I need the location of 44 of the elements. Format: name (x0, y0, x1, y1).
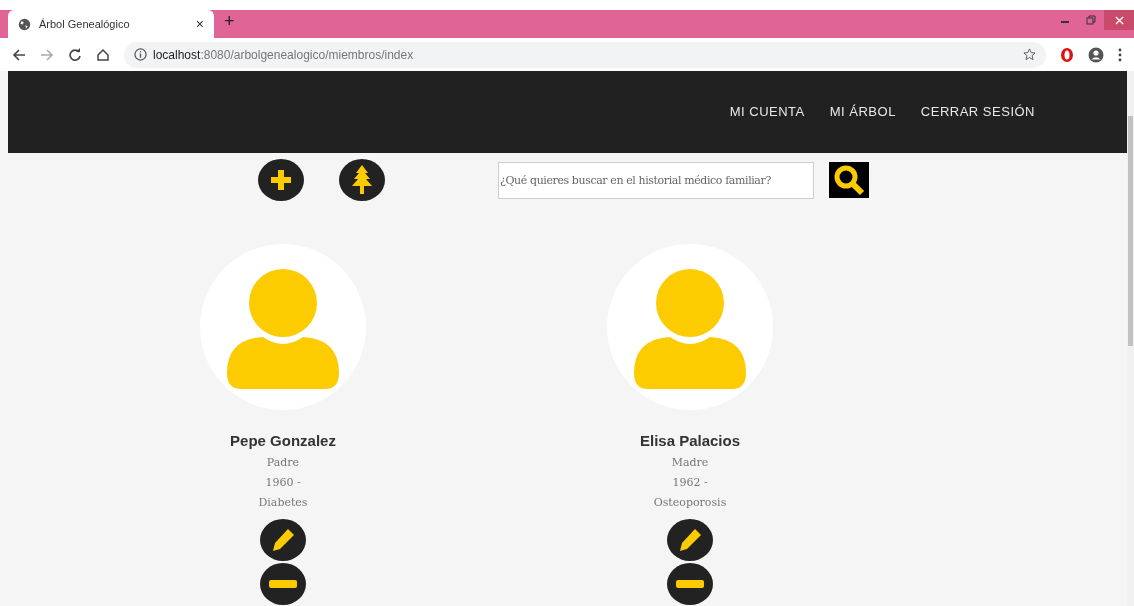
extension-icon[interactable] (1060, 46, 1074, 63)
tab-title: Árbol Genealógico (39, 16, 131, 32)
search-field[interactable]: ¿Qué quieres buscar en el historial médico familiar? (498, 161, 814, 199)
member-relation: Madre (671, 454, 709, 471)
restore-icon[interactable] (1086, 15, 1096, 25)
info-icon (134, 48, 147, 61)
tree-button[interactable] (339, 159, 385, 201)
remove-button[interactable] (667, 562, 713, 605)
search-icon (833, 164, 865, 196)
tree-icon (350, 165, 374, 195)
home-icon[interactable] (96, 47, 110, 62)
new-tab-button[interactable]: + (224, 8, 235, 35)
star-icon[interactable] (1023, 48, 1036, 61)
remove-button[interactable] (260, 562, 306, 605)
member-condition: Osteoporosis (653, 494, 727, 511)
member-relation: Padre (266, 454, 300, 471)
nav-link[interactable]: MI ÁRBOL (829, 102, 896, 122)
member-years: 1962 - (672, 474, 708, 491)
browser-tab[interactable]: Árbol Genealógico × (8, 10, 214, 38)
minus-icon (676, 579, 704, 588)
address-bar[interactable]: localhost:8080/arbolgenealogico/miembros/index (124, 41, 1046, 68)
add-button[interactable] (258, 159, 304, 201)
edit-button[interactable] (667, 518, 713, 561)
pencil-icon (270, 526, 296, 553)
tab-close-button[interactable]: × (195, 13, 204, 35)
minus-icon (269, 579, 297, 588)
edit-button[interactable] (260, 518, 306, 561)
member-name: Pepe Gonzalez (230, 431, 336, 451)
nav-link[interactable]: CERRAR SESIÓN (920, 102, 1035, 122)
nav-link[interactable]: MI CUENTA (729, 102, 805, 122)
member-years: 1960 - (265, 474, 301, 491)
search-button[interactable] (829, 162, 869, 198)
reload-icon[interactable] (68, 47, 82, 62)
profile-icon[interactable] (1088, 46, 1104, 63)
url-text: localhost:8080/arbolgenealogico/miembros/index (153, 46, 415, 64)
pencil-icon (677, 526, 703, 553)
back-icon[interactable] (12, 47, 26, 62)
plus-icon (269, 168, 293, 192)
member-name: Elisa Palacios (639, 431, 741, 451)
close-button[interactable] (1104, 10, 1134, 30)
member-condition: Diabetes (258, 494, 308, 511)
menu-icon[interactable] (1118, 47, 1122, 62)
globe-icon (18, 17, 31, 31)
close-icon (1114, 15, 1124, 25)
